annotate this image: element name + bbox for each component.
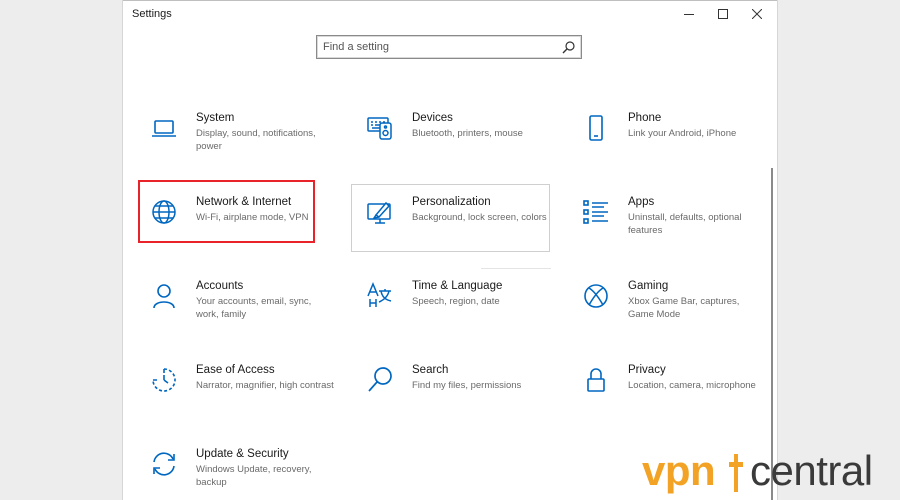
update-icon xyxy=(153,452,175,476)
tile-title: Accounts xyxy=(196,280,244,292)
person-icon xyxy=(153,284,175,309)
xbox-icon xyxy=(584,284,608,308)
phone-icon xyxy=(589,115,603,141)
tile-title: Ease of Access xyxy=(196,364,275,376)
tile-search[interactable]: Search Find my files, permissions xyxy=(356,356,556,420)
tile-title: Devices xyxy=(412,112,453,124)
vpncentral-watermark: vpn central xyxy=(642,446,892,498)
tile-description: Bluetooth, printers, mouse xyxy=(412,128,523,139)
tile-ease-of-access[interactable]: Ease of Access Narrator, magnifier, high… xyxy=(140,356,340,420)
window-title: Settings xyxy=(132,8,172,20)
tile-title: System xyxy=(196,112,235,124)
maximize-icon xyxy=(718,9,728,19)
minimize-icon xyxy=(684,14,694,15)
laptop-icon xyxy=(152,120,176,137)
settings-window: Settings System Display, sound, notifica… xyxy=(122,0,778,500)
tile-title: Gaming xyxy=(628,280,669,292)
search-icon[interactable] xyxy=(562,41,575,54)
tile-description: Speech, region, date xyxy=(412,296,500,307)
tile-title: Time & Language xyxy=(412,280,503,292)
tile-privacy[interactable]: Privacy Location, camera, microphone xyxy=(572,356,772,420)
time-language-icon xyxy=(367,282,392,307)
tile-title: Apps xyxy=(628,196,655,208)
tile-description: Xbox Game Bar, captures, Game Mode xyxy=(628,296,740,320)
watermark-central: central xyxy=(750,447,873,494)
tile-update-security[interactable]: Update & Security Windows Update, recove… xyxy=(140,440,340,500)
lock-icon xyxy=(587,368,605,392)
watermark-vpn: vpn xyxy=(642,447,716,494)
tile-devices[interactable]: Devices Bluetooth, printers, mouse xyxy=(356,104,556,168)
tile-description: Windows Update, recovery, backup xyxy=(196,464,312,488)
apps-list-icon xyxy=(583,200,608,224)
tile-personalization[interactable]: Personalization Background, lock screen,… xyxy=(356,188,556,252)
tile-title: Privacy xyxy=(628,364,666,376)
tile-title: Search xyxy=(412,364,449,376)
close-icon xyxy=(752,9,762,19)
separator-line xyxy=(481,268,551,269)
tile-accounts[interactable]: Accounts Your accounts, email, sync, wor… xyxy=(140,272,340,336)
tile-description: Narrator, magnifier, high contrast xyxy=(196,380,334,391)
search-magnifier-icon xyxy=(368,367,392,392)
devices-icon xyxy=(367,117,392,140)
search-box[interactable] xyxy=(316,35,582,59)
watermark-bar-icon xyxy=(729,454,743,492)
paint-icon xyxy=(367,201,391,224)
tile-description: Display, sound, notifications, power xyxy=(196,128,316,152)
tile-description: Link your Android, iPhone xyxy=(628,128,737,139)
tile-description: Background, lock screen, colors xyxy=(412,212,547,223)
tile-apps[interactable]: Apps Uninstall, defaults, optional featu… xyxy=(572,188,772,252)
tile-title: Phone xyxy=(628,112,662,124)
close-button[interactable] xyxy=(737,0,777,28)
tile-phone[interactable]: Phone Link your Android, iPhone xyxy=(572,104,772,168)
tile-gaming[interactable]: Gaming Xbox Game Bar, captures, Game Mod… xyxy=(572,272,772,336)
tile-description: Uninstall, defaults, optional features xyxy=(628,212,742,236)
tile-title: Personalization xyxy=(412,196,491,208)
tile-time-language[interactable]: Time & Language Speech, region, date xyxy=(356,272,556,336)
tile-description: Your accounts, email, sync, work, family xyxy=(196,296,312,320)
search-input[interactable] xyxy=(323,39,553,55)
tile-description: Location, camera, microphone xyxy=(628,380,756,391)
tile-title: Update & Security xyxy=(196,448,289,460)
network-highlight-frame xyxy=(138,180,315,243)
tile-description: Find my files, permissions xyxy=(412,380,522,391)
tile-system[interactable]: System Display, sound, notifications, po… xyxy=(140,104,340,168)
ease-of-access-icon xyxy=(152,368,176,392)
